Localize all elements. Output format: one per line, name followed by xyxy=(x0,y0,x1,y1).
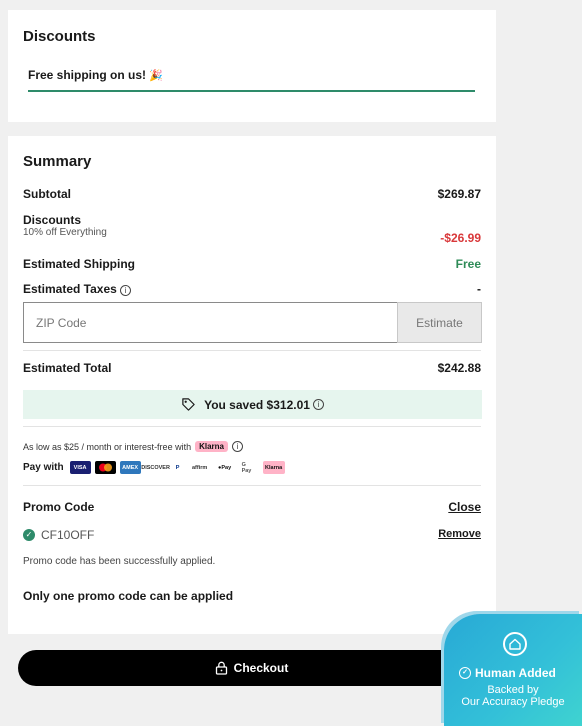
estimate-button[interactable]: Estimate xyxy=(397,302,482,343)
promo-label: Promo Code xyxy=(23,500,95,514)
savings-text: You saved $312.01 xyxy=(204,397,310,412)
badge-subtitle: Backed by Our Accuracy Pledge xyxy=(444,684,582,708)
summary-card: Summary Subtotal $269.87 Discounts 10% o… xyxy=(8,136,496,634)
subtotal-value: $269.87 xyxy=(437,187,481,201)
financing-info-icon[interactable]: i xyxy=(231,441,243,452)
pay-with-row: Pay with VISA AMEX DISCOVER P affirm ● Pa… xyxy=(23,461,289,474)
shipping-row: Estimated Shipping Free xyxy=(23,257,481,271)
shipping-value: Free xyxy=(455,257,481,271)
discounts-card: Discounts Free shipping on us! 🎉 xyxy=(8,10,496,122)
applied-promo-row: ✓ CF10OFF Remove xyxy=(23,528,481,542)
subtotal-label: Subtotal xyxy=(23,187,71,201)
checkout-button[interactable]: Checkout xyxy=(18,650,485,686)
paypal-icon: P xyxy=(175,464,180,471)
discounts-sub-label: 10% off Everything xyxy=(23,227,107,238)
visa-icon: VISA xyxy=(69,461,91,474)
tag-icon xyxy=(181,397,196,412)
lock-icon xyxy=(215,661,228,675)
apple-pay-icon: ● Pay xyxy=(215,461,235,474)
human-added-badge[interactable]: ✓ Human Added Backed by Our Accuracy Ple… xyxy=(444,614,582,726)
mastercard-icon xyxy=(94,461,116,474)
taxes-label: Estimated Taxes xyxy=(23,282,117,296)
discount-applied-text: Free shipping on us! xyxy=(28,68,147,82)
discount-applied-field: Free shipping on us! 🎉 xyxy=(28,66,475,92)
taxes-row: Estimated Taxes i - xyxy=(23,282,481,296)
taxes-info-icon[interactable]: i xyxy=(120,285,132,296)
promo-header: Promo Code Close xyxy=(23,500,481,514)
home-shield-icon xyxy=(503,632,527,656)
total-row: Estimated Total $242.88 xyxy=(23,361,481,375)
badge-line-1: Backed by xyxy=(487,684,539,696)
zip-code-input[interactable] xyxy=(23,302,397,343)
apple-pay-text: Pay xyxy=(221,464,232,471)
total-label: Estimated Total xyxy=(23,361,112,375)
total-value: $242.88 xyxy=(437,361,481,375)
amex-icon: AMEX xyxy=(119,461,141,474)
pay-with-label: Pay with xyxy=(23,462,64,473)
divider xyxy=(23,350,481,351)
discounts-row: Discounts 10% off Everything -$26.99 xyxy=(23,213,481,245)
klarna-logo[interactable]: Klarna xyxy=(195,441,228,452)
check-icon: ✓ xyxy=(23,529,35,541)
financing-text: As low as $25 / month or interest-free w… xyxy=(23,441,192,452)
badge-title: ✓ Human Added xyxy=(459,666,556,680)
promo-code-value: CF10OFF xyxy=(41,528,95,542)
promo-success-message: Promo code has been successfully applied… xyxy=(23,556,216,567)
promo-limit-note: Only one promo code can be applied xyxy=(23,589,234,603)
party-icon: 🎉 xyxy=(149,70,163,82)
google-pay-icon: G Pay xyxy=(241,461,252,474)
klarna-icon: Klarna xyxy=(262,461,285,474)
discounts-label: Discounts xyxy=(23,213,82,227)
promo-remove-link[interactable]: Remove xyxy=(438,528,481,540)
divider xyxy=(23,485,481,486)
discover-icon: DISCOVER xyxy=(141,464,170,471)
shipping-label: Estimated Shipping xyxy=(23,257,136,271)
subtotal-row: Subtotal $269.87 xyxy=(23,187,481,201)
zip-estimate-group: Estimate xyxy=(23,302,482,343)
affirm-icon: affirm xyxy=(191,464,208,471)
taxes-value: - xyxy=(477,282,481,296)
summary-title: Summary xyxy=(23,153,92,170)
badge-title-text: Human Added xyxy=(475,666,556,680)
discounts-title: Discounts xyxy=(23,28,96,45)
badge-check-icon: ✓ xyxy=(459,667,471,679)
promo-close-link[interactable]: Close xyxy=(448,500,481,514)
savings-info-icon[interactable]: i xyxy=(312,399,324,410)
savings-banner: You saved $312.01 i xyxy=(23,390,482,419)
discount-applied-row: Free shipping on us! 🎉 xyxy=(28,68,163,82)
checkout-label: Checkout xyxy=(233,661,289,675)
divider xyxy=(23,426,481,427)
badge-line-2: Our Accuracy Pledge xyxy=(461,696,565,708)
financing-row: As low as $25 / month or interest-free w… xyxy=(23,441,243,452)
discounts-value: -$26.99 xyxy=(440,231,481,245)
